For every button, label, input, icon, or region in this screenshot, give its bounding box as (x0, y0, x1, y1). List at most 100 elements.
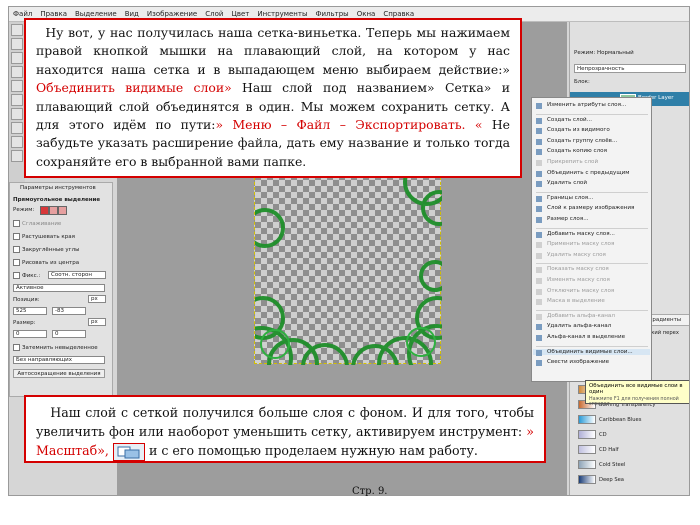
fixed-select[interactable]: Соотн. сторон (48, 271, 106, 279)
context-menu-item[interactable]: Создать группу слоёв... (547, 138, 617, 144)
gradients-tab-label: Градиенты (649, 317, 682, 323)
menu-colors[interactable]: Цвет (227, 10, 253, 18)
crop-tool-icon[interactable] (11, 52, 23, 64)
gradient-item[interactable]: Cold Steel (578, 460, 686, 469)
menu-item-icon (536, 335, 542, 341)
mode-add-icon[interactable] (49, 206, 58, 215)
layer-mode-label[interactable]: Режим: Нормальный (574, 50, 634, 56)
antialias-label: Сглаживание (22, 221, 62, 227)
tool-options-tab[interactable]: Параметры инструментов (20, 185, 96, 191)
gradient-item[interactable]: Deep Sea (578, 475, 686, 484)
mode-replace-icon[interactable] (40, 206, 49, 215)
gradient-swatch (578, 415, 596, 424)
feather-option[interactable]: Растушевать края (13, 233, 75, 240)
center-label: Рисовать из центра (22, 260, 80, 266)
antialias-option[interactable]: Сглаживание (13, 220, 61, 227)
image-canvas[interactable] (229, 158, 467, 392)
gradient-item[interactable]: CD (578, 430, 686, 439)
position-y-field[interactable]: -83 (52, 307, 86, 315)
context-menu-item[interactable]: Удалить маску слоя (547, 252, 606, 258)
menu-item-icon (536, 117, 542, 124)
mode-subtract-icon[interactable] (58, 206, 67, 215)
move-tool-icon[interactable] (11, 38, 23, 50)
menu-file[interactable]: Файл (9, 10, 36, 18)
tooltip-hint: Нажмите F1 для получения полной справки (589, 397, 679, 407)
gradient-tool-icon[interactable] (11, 136, 23, 148)
context-menu-item[interactable]: Размер слоя... (547, 216, 589, 222)
context-menu-item[interactable]: Объединить с предыдущим (547, 170, 629, 176)
menu-layer[interactable]: Слой (201, 10, 227, 18)
context-menu-item[interactable]: Создать копию слоя (547, 148, 607, 154)
menu-separator (536, 113, 648, 115)
context-menu-item[interactable]: Альфа-канал в выделение (547, 334, 625, 340)
menu-separator (536, 345, 648, 347)
context-menu-item[interactable]: Создать слой... (547, 117, 592, 123)
menu-item-icon (536, 138, 542, 145)
context-menu-item[interactable]: Добавить маску слоя... (547, 231, 615, 237)
menu-edit[interactable]: Правка (36, 10, 71, 18)
page-number: Стр. 9. (352, 486, 388, 497)
size-h-field[interactable]: 0 (52, 330, 86, 338)
context-menu-item[interactable]: Изменить атрибуты слоя... (547, 102, 626, 108)
scale-tool-icon[interactable] (11, 66, 23, 78)
gradient-item[interactable]: CD Half (578, 445, 686, 454)
menu-windows[interactable]: Окна (353, 10, 380, 18)
position-x-field[interactable]: 525 (13, 307, 47, 315)
guides-select[interactable]: Без направляющих (13, 356, 105, 364)
clone-tool-icon[interactable] (11, 150, 23, 162)
highlight-option[interactable]: Затемнить невыделенное (13, 344, 98, 351)
tooltip: Объединить все видимые слои в один Нажми… (585, 380, 689, 407)
bottom-text-part1: Наш слой с сеткой получился больше слоя … (36, 405, 535, 439)
context-menu-item[interactable]: Объединить видимые слои... (533, 348, 650, 355)
gradient-swatch (578, 460, 596, 469)
gradient-swatch (578, 475, 596, 484)
menu-item-icon (536, 360, 542, 367)
mode-label: Режим: (13, 207, 35, 213)
fixed-option[interactable]: Фикс.: (13, 272, 40, 279)
feather-label: Растушевать края (22, 234, 75, 240)
autoshrink-button[interactable]: Автосокращение выделения (13, 369, 105, 378)
context-menu-item[interactable]: Границы слоя... (547, 195, 593, 201)
vignette-rings (229, 158, 467, 392)
menu-item-icon (536, 278, 542, 284)
paint-tool-icon[interactable] (11, 94, 23, 106)
text-tool-icon[interactable] (11, 80, 23, 92)
rect-select-tool-icon[interactable] (11, 24, 23, 36)
size-w-field[interactable]: 0 (13, 330, 47, 338)
context-menu-item[interactable]: Изменять маску слоя (547, 277, 610, 283)
context-menu-item[interactable]: Маска в выделение (547, 298, 605, 304)
eraser-tool-icon[interactable] (11, 108, 23, 120)
menu-select[interactable]: Выделение (71, 10, 121, 18)
gradient-name: CD Half (599, 447, 619, 453)
menu-help[interactable]: Справка (379, 10, 418, 18)
context-menu-item[interactable]: Показать маску слоя (547, 266, 609, 272)
gradient-name: CD (599, 432, 607, 438)
fixed-value-field[interactable]: Активное (13, 284, 105, 292)
context-menu-item[interactable]: Удалить слой (547, 180, 587, 186)
menu-image[interactable]: Изображение (143, 10, 201, 18)
context-menu-item[interactable]: Создать из видимого (547, 127, 610, 133)
context-menu-item[interactable]: Применить маску слоя (547, 241, 614, 247)
toolbox (9, 22, 25, 182)
context-menu-item[interactable]: Свести изображение (547, 359, 609, 365)
context-menu-item[interactable]: Удалить альфа-канал (547, 323, 611, 329)
context-menu-item[interactable]: Добавить альфа-канал (547, 313, 615, 319)
size-unit-select[interactable]: px (88, 318, 106, 326)
context-menu-item[interactable]: Прикрепить слой (547, 159, 598, 165)
gradient-item[interactable]: Caribbean Blues (578, 415, 686, 424)
menu-tools[interactable]: Инструменты (253, 10, 311, 18)
menu-view[interactable]: Вид (121, 10, 143, 18)
menu-filters[interactable]: Фильтры (311, 10, 352, 18)
context-menu-item[interactable]: Слой к размеру изображения (547, 205, 634, 211)
position-unit-select[interactable]: px (88, 295, 106, 303)
bottom-text-part2: и с его помощью проделаем нужную нам раб… (144, 443, 478, 458)
context-menu-item[interactable]: Отключить маску слоя (547, 288, 614, 294)
bucket-tool-icon[interactable] (11, 122, 23, 134)
menu-item-icon (536, 206, 542, 213)
rounded-option[interactable]: Закруглённые углы (13, 246, 79, 253)
scale-tool-icon (112, 442, 145, 461)
menu-separator (536, 191, 648, 193)
center-option[interactable]: Рисовать из центра (13, 259, 79, 266)
menu-item-icon (536, 349, 542, 356)
opacity-field[interactable]: Непрозрачность (574, 64, 686, 73)
